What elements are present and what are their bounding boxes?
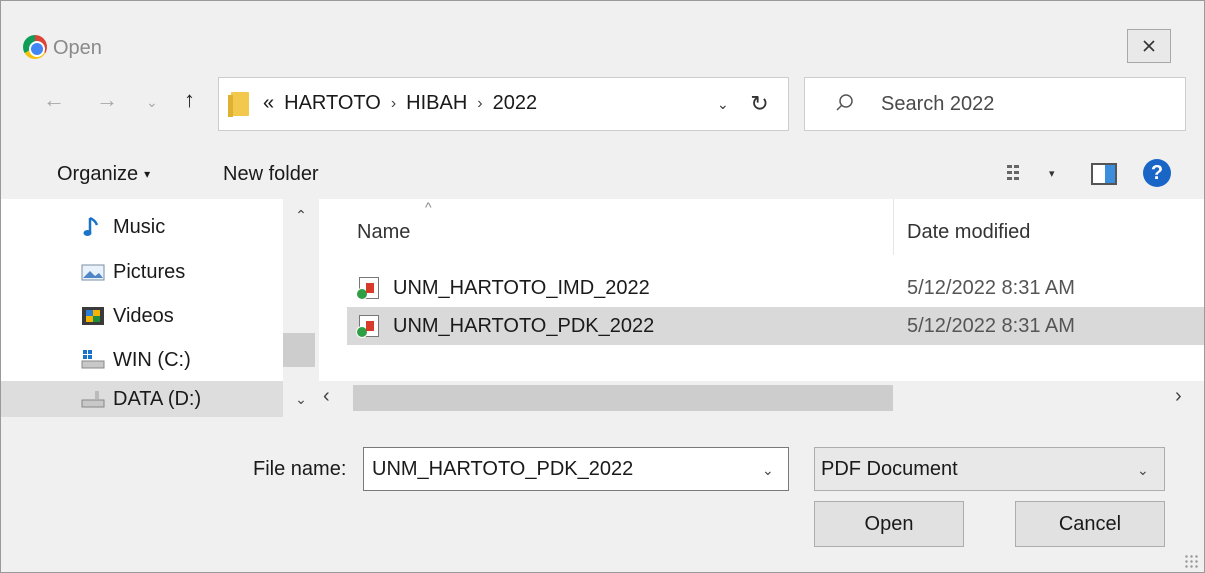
help-icon[interactable]: ? xyxy=(1143,159,1171,187)
browser-area: Music Pictures Videos WIN (C:) DATA (D:)… xyxy=(1,199,1204,417)
breadcrumb: « HARTOTO › HIBAH › 2022 xyxy=(263,92,537,115)
drive-c-icon xyxy=(81,350,105,369)
cancel-button[interactable]: Cancel xyxy=(1015,501,1165,547)
organize-label: Organize xyxy=(57,163,139,185)
file-type-value: PDF Document xyxy=(821,458,958,480)
drive-d-icon xyxy=(81,391,105,408)
chevron-down-icon[interactable]: ⌄ xyxy=(762,462,774,479)
sidebar-item-label: Videos xyxy=(113,304,174,327)
preview-pane-icon[interactable] xyxy=(1091,163,1117,185)
search-box[interactable]: Search 2022 xyxy=(804,77,1186,131)
videos-icon xyxy=(82,307,104,325)
pictures-icon xyxy=(81,264,105,281)
sidebar-item-music[interactable]: Music xyxy=(81,209,291,245)
file-date: 5/12/2022 8:31 AM xyxy=(907,315,1075,337)
view-options-icon[interactable] xyxy=(1006,163,1030,185)
navigation-scrollbar[interactable]: ⌃ ⌄ xyxy=(283,199,319,415)
column-divider[interactable] xyxy=(893,199,894,255)
chevron-down-icon: ⌄ xyxy=(1137,462,1149,478)
file-name: UNM_HARTOTO_PDK_2022 xyxy=(393,315,655,337)
resize-grip-icon[interactable] xyxy=(1184,554,1198,568)
close-icon xyxy=(1143,40,1155,52)
breadcrumb-separator[interactable]: › xyxy=(477,95,482,113)
search-input[interactable]: Search 2022 xyxy=(881,93,994,116)
search-icon xyxy=(836,94,853,111)
file-name-value[interactable]: UNM_HARTOTO_PDK_2022 xyxy=(372,458,633,481)
close-button[interactable] xyxy=(1127,29,1171,63)
breadcrumb-2022[interactable]: 2022 xyxy=(493,92,538,115)
sidebar-item-label: DATA (D:) xyxy=(113,387,202,410)
sidebar-item-pictures[interactable]: Pictures xyxy=(81,254,291,290)
sort-ascending-icon: ^ xyxy=(425,199,432,215)
column-header-name[interactable]: Name xyxy=(357,221,410,244)
window-title: Open xyxy=(53,37,102,59)
music-icon xyxy=(83,216,99,236)
scroll-up-icon[interactable]: ⌃ xyxy=(283,207,319,224)
breadcrumb-separator[interactable]: › xyxy=(391,95,396,113)
file-name-input[interactable]: UNM_HARTOTO_PDK_2022 ⌄ xyxy=(363,447,789,491)
scrollbar-thumb[interactable] xyxy=(283,333,315,367)
sidebar-item-win-c[interactable]: WIN (C:) xyxy=(81,342,291,378)
breadcrumb-hartoto[interactable]: HARTOTO xyxy=(284,92,381,115)
scroll-down-icon[interactable]: ⌄ xyxy=(283,391,319,408)
scrollbar-thumb[interactable] xyxy=(353,385,893,411)
chrome-icon xyxy=(23,35,47,59)
view-menu-caret[interactable]: ▾ xyxy=(1049,167,1055,180)
open-button[interactable]: Open xyxy=(814,501,964,547)
sidebar-item-data-d[interactable]: DATA (D:) xyxy=(1,381,283,417)
title-bar: Open xyxy=(1,1,1204,63)
file-type-select[interactable]: PDF Document ⌄ xyxy=(814,447,1165,491)
file-date: 5/12/2022 8:31 AM xyxy=(907,277,1075,299)
navigation-pane: Music Pictures Videos WIN (C:) DATA (D:)… xyxy=(1,199,319,417)
file-name-label: File name: xyxy=(253,458,347,480)
breadcrumb-overflow[interactable]: « xyxy=(263,92,274,115)
sidebar-item-label: Music xyxy=(113,215,166,238)
back-button[interactable]: ← xyxy=(43,87,65,113)
file-row[interactable]: UNM_HARTOTO_PDK_2022 5/12/2022 8:31 AM xyxy=(347,307,1204,345)
folder-icon xyxy=(228,92,249,117)
pdf-file-icon xyxy=(356,315,379,338)
column-header-date-modified[interactable]: Date modified xyxy=(907,221,1030,244)
sidebar-item-videos[interactable]: Videos xyxy=(81,298,291,334)
open-dialog: Open ← → ⌄ ↑ « HARTOTO › HIBAH › 2022 ⌄ … xyxy=(0,0,1205,573)
refresh-icon: ↻ xyxy=(750,91,769,116)
file-row[interactable]: UNM_HARTOTO_IMD_2022 5/12/2022 8:31 AM xyxy=(347,269,1204,307)
sidebar-item-label: WIN (C:) xyxy=(113,348,191,371)
scroll-left-icon[interactable]: ‹ xyxy=(323,385,330,408)
up-button[interactable]: ↑ xyxy=(184,87,195,113)
breadcrumb-hibah[interactable]: HIBAH xyxy=(406,92,467,115)
organize-button[interactable]: Organize ▾ xyxy=(57,163,150,186)
refresh-button[interactable]: ↻ xyxy=(731,77,789,131)
new-folder-button[interactable]: New folder xyxy=(223,163,319,186)
scroll-right-icon[interactable]: › xyxy=(1175,385,1182,408)
chevron-down-icon: ▾ xyxy=(144,167,151,181)
pdf-file-icon xyxy=(356,277,379,300)
recent-locations-button[interactable]: ⌄ xyxy=(146,94,158,111)
forward-button[interactable]: → xyxy=(96,87,118,113)
sidebar-item-label: Pictures xyxy=(113,260,186,283)
address-bar[interactable]: « HARTOTO › HIBAH › 2022 ⌄ xyxy=(218,77,786,131)
address-dropdown-button[interactable]: ⌄ xyxy=(717,96,729,113)
horizontal-scrollbar[interactable]: ‹ › xyxy=(319,381,1204,415)
file-name: UNM_HARTOTO_IMD_2022 xyxy=(393,277,650,299)
toolbar: Organize ▾ New folder ▾ ? xyxy=(1,147,1204,199)
